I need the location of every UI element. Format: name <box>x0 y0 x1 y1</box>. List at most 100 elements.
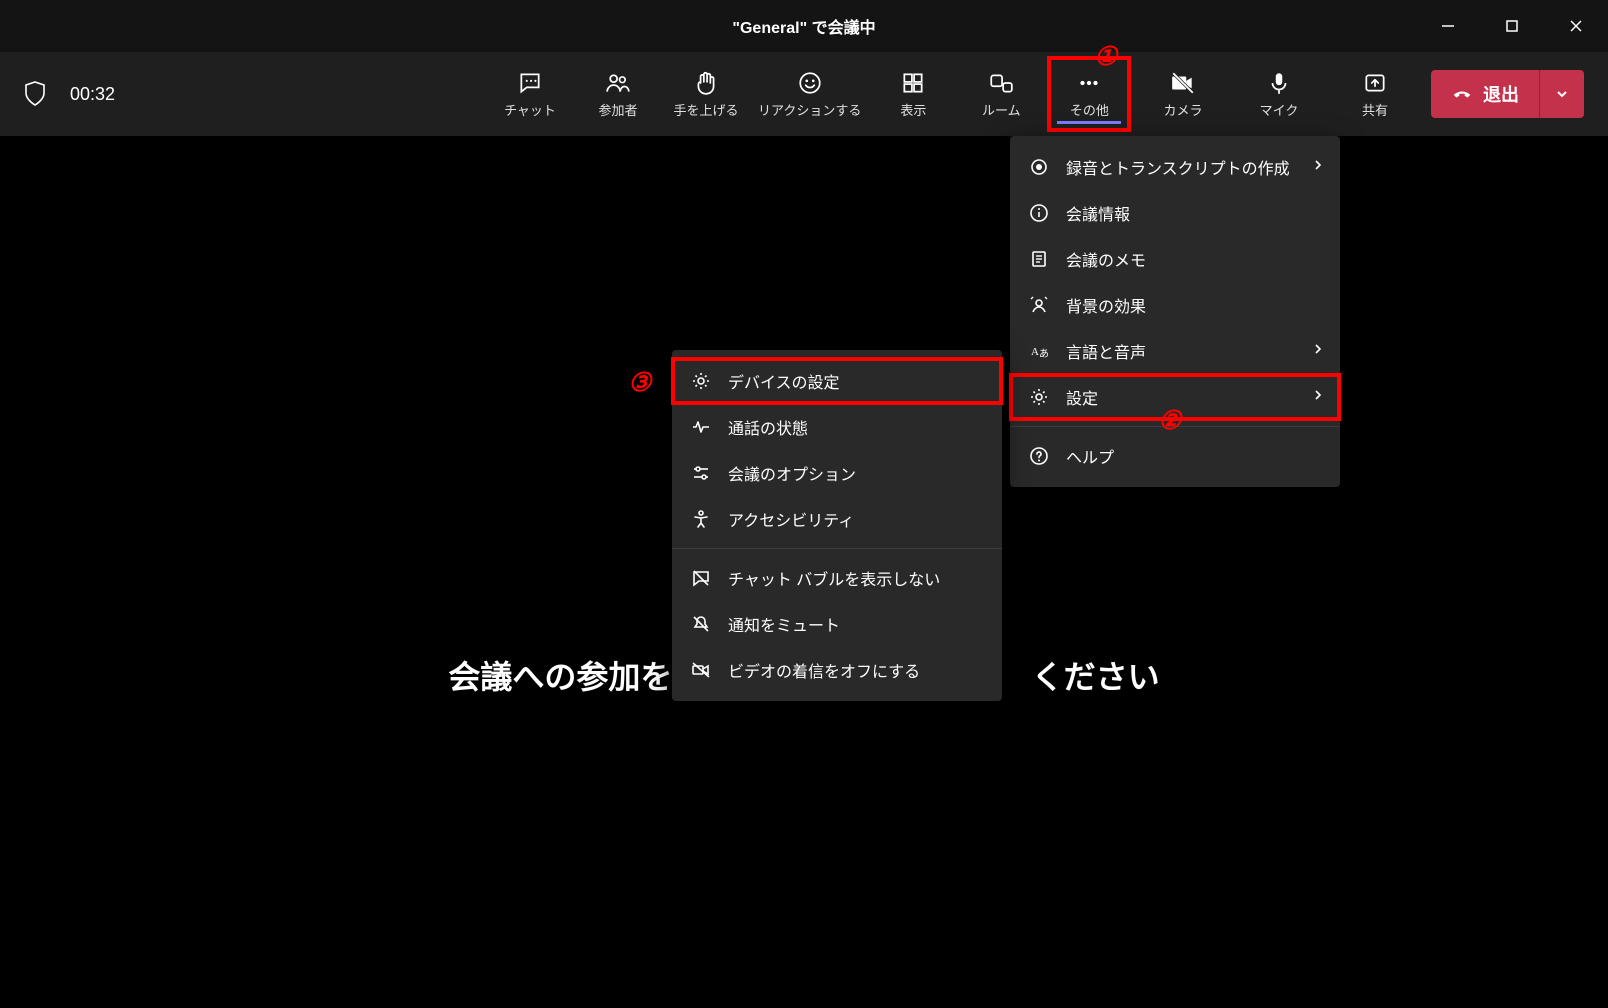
svg-text:あ: あ <box>1039 348 1049 360</box>
share-label: 共有 <box>1362 100 1388 119</box>
hand-icon <box>693 70 719 96</box>
menu-meeting-info-label: 会議情報 <box>1066 201 1130 225</box>
info-icon <box>1028 202 1050 224</box>
submenu-accessibility[interactable]: アクセシビリティ <box>672 496 1002 542</box>
more-button[interactable]: その他 <box>1049 58 1129 130</box>
minimize-icon <box>1441 19 1455 33</box>
menu-settings-label: 設定 <box>1066 385 1098 409</box>
participants-label: 参加者 <box>598 100 637 119</box>
participants-button[interactable]: 参加者 <box>578 58 658 130</box>
submenu-device-settings[interactable]: デバイスの設定 <box>672 358 1002 404</box>
menu-recording-label: 録音とトランスクリプトの作成 <box>1066 155 1290 179</box>
annotation-2: ② <box>1158 406 1181 436</box>
menu-meeting-info[interactable]: 会議情報 <box>1010 190 1340 236</box>
camera-button[interactable]: カメラ <box>1143 58 1223 130</box>
toolbar-right: カメラ マイク 共有 退出 <box>1143 58 1584 130</box>
record-icon <box>1028 156 1050 178</box>
rooms-label: ルーム <box>982 100 1021 119</box>
leave-button-group: 退出 <box>1431 70 1584 118</box>
bell-off-icon <box>690 613 712 635</box>
toolbar-left: 00:32 <box>24 81 115 107</box>
view-button[interactable]: 表示 <box>873 58 953 130</box>
video-off-icon <box>690 659 712 681</box>
hangup-icon <box>1451 83 1473 105</box>
active-indicator <box>1057 121 1121 124</box>
background-icon <box>1028 294 1050 316</box>
camera-off-icon <box>1170 70 1196 96</box>
submenu-turn-off-video[interactable]: ビデオの着信をオフにする <box>672 647 1002 693</box>
accessibility-icon <box>690 508 712 530</box>
bg-text-right: ください <box>1032 659 1160 695</box>
window-controls <box>1416 0 1608 52</box>
submenu-meeting-options-label: 会議のオプション <box>728 461 856 485</box>
svg-text:A: A <box>1031 346 1039 358</box>
meeting-timer: 00:32 <box>70 84 115 105</box>
menu-background-effects-label: 背景の効果 <box>1066 293 1146 317</box>
notes-icon <box>1028 248 1050 270</box>
grid-icon <box>900 70 926 96</box>
mic-label: マイク <box>1260 100 1299 119</box>
submenu-mute-notifications[interactable]: 通知をミュート <box>672 601 1002 647</box>
sliders-icon <box>690 462 712 484</box>
rooms-button[interactable]: ルーム <box>961 58 1041 130</box>
minimize-button[interactable] <box>1416 0 1480 52</box>
privacy-shield-button[interactable] <box>24 81 46 107</box>
maximize-icon <box>1505 19 1519 33</box>
menu-help-label: ヘルプ <box>1066 444 1114 468</box>
leave-button[interactable]: 退出 <box>1431 70 1539 118</box>
camera-label: カメラ <box>1163 100 1202 119</box>
submenu-device-settings-label: デバイスの設定 <box>728 369 840 393</box>
close-icon <box>1569 19 1583 33</box>
people-icon <box>605 70 631 96</box>
bg-text-left: 会議への参加を <box>448 659 672 695</box>
share-button[interactable]: 共有 <box>1335 58 1415 130</box>
menu-separator <box>672 548 1002 549</box>
submenu-no-chat-bubbles-label: チャット バブルを表示しない <box>728 566 940 590</box>
toolbar-center: チャット 参加者 手を上げる リアクションする 表示 ルーム その他 <box>490 58 1129 130</box>
annotation-1: ① <box>1094 42 1117 72</box>
submenu-mute-notifications-label: 通知をミュート <box>728 612 840 636</box>
mic-icon <box>1266 70 1292 96</box>
menu-recording[interactable]: 録音とトランスクリプトの作成 <box>1010 144 1340 190</box>
view-label: 表示 <box>900 100 926 119</box>
settings-submenu: デバイスの設定 通話の状態 会議のオプション アクセシビリティ チャット バブル… <box>672 350 1002 701</box>
gear-icon <box>690 370 712 392</box>
submenu-call-health-label: 通話の状態 <box>728 415 808 439</box>
meeting-stage: 会議への参加を XXXXXXXXXXXXXXXX ください 録音とトランスクリプ… <box>0 136 1608 1008</box>
chat-button[interactable]: チャット <box>490 58 570 130</box>
emoji-icon <box>797 70 823 96</box>
menu-meeting-notes-label: 会議のメモ <box>1066 247 1146 271</box>
maximize-button[interactable] <box>1480 0 1544 52</box>
language-icon: Aあ <box>1028 340 1050 362</box>
menu-background-effects[interactable]: 背景の効果 <box>1010 282 1340 328</box>
shield-icon <box>24 81 46 107</box>
more-label: その他 <box>1070 100 1109 119</box>
chat-off-icon <box>690 567 712 589</box>
window-title: "General" で会議中 <box>732 14 875 38</box>
chevron-right-icon <box>1312 158 1324 176</box>
submenu-no-chat-bubbles[interactable]: チャット バブルを表示しない <box>672 555 1002 601</box>
gear-icon <box>1028 386 1050 408</box>
meeting-toolbar: 00:32 チャット 参加者 手を上げる リアクションする 表示 ルーム <box>0 52 1608 136</box>
chevron-right-icon <box>1312 388 1324 406</box>
menu-language-speech-label: 言語と音声 <box>1066 339 1146 363</box>
leave-dropdown-button[interactable] <box>1539 70 1584 118</box>
menu-help[interactable]: ヘルプ <box>1010 433 1340 479</box>
mic-button[interactable]: マイク <box>1239 58 1319 130</box>
submenu-accessibility-label: アクセシビリティ <box>728 507 854 531</box>
reactions-label: リアクションする <box>758 100 861 119</box>
reactions-button[interactable]: リアクションする <box>754 58 865 130</box>
rooms-icon <box>988 70 1014 96</box>
chat-icon <box>517 70 543 96</box>
help-icon <box>1028 445 1050 467</box>
menu-language-speech[interactable]: Aあ 言語と音声 <box>1010 328 1340 374</box>
raise-hand-button[interactable]: 手を上げる <box>666 58 746 130</box>
leave-label: 退出 <box>1483 81 1519 107</box>
annotation-3: ③ <box>628 368 651 398</box>
menu-meeting-notes[interactable]: 会議のメモ <box>1010 236 1340 282</box>
submenu-meeting-options[interactable]: 会議のオプション <box>672 450 1002 496</box>
pulse-icon <box>690 416 712 438</box>
close-button[interactable] <box>1544 0 1608 52</box>
submenu-call-health[interactable]: 通話の状態 <box>672 404 1002 450</box>
submenu-turn-off-video-label: ビデオの着信をオフにする <box>728 658 920 682</box>
